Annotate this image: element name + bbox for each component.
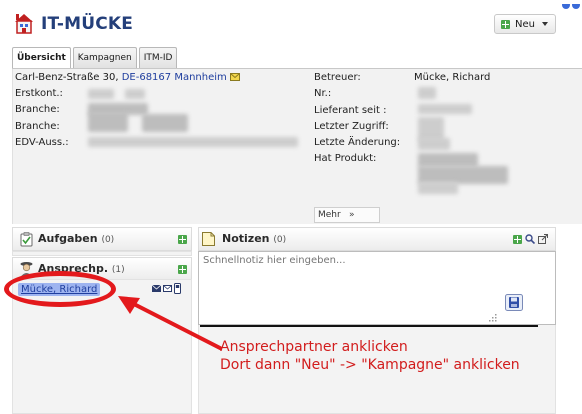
toolbar-icons[interactable] bbox=[560, 0, 582, 9]
annotation-line-2: Dort dann "Neu" -> "Kampagne" anklicken bbox=[220, 357, 520, 373]
tasks-title: Aufgaben (0) bbox=[38, 232, 115, 245]
notes-title: Notizen (0) bbox=[222, 232, 287, 245]
annotation-arrow bbox=[118, 296, 222, 350]
tab-overview[interactable]: Übersicht bbox=[12, 47, 71, 70]
more-button-label: Mehr bbox=[318, 210, 341, 220]
address-street: Carl-Benz-Straße 30, bbox=[15, 72, 119, 83]
label-has-product: Hat Produkt: bbox=[314, 153, 377, 164]
redacted-value bbox=[88, 89, 114, 99]
instruction-annotation: Ansprechpartner anklicken Dort dann "Neu… bbox=[220, 338, 520, 374]
external-link-icon[interactable] bbox=[538, 234, 548, 244]
label-number: Nr.: bbox=[314, 88, 332, 99]
page-title: IT-MÜCKE bbox=[41, 14, 134, 34]
add-task-icon[interactable] bbox=[178, 235, 187, 244]
tasks-body bbox=[12, 251, 192, 256]
tab-bar: Übersicht Kampagnen ITM-ID bbox=[12, 47, 178, 70]
address-city-link[interactable]: DE-68167 Mannheim bbox=[122, 72, 227, 83]
search-icon[interactable] bbox=[525, 234, 535, 244]
notes-divider bbox=[200, 325, 538, 327]
label-account-manager: Betreuer: bbox=[314, 72, 361, 83]
label-industry-2: Branche: bbox=[15, 121, 60, 132]
address: Carl-Benz-Straße 30, DE-68167 Mannheim bbox=[15, 72, 240, 83]
redacted-value bbox=[418, 104, 472, 114]
annotation-line-1: Ansprechpartner anklicken bbox=[220, 339, 408, 355]
redacted-value bbox=[142, 114, 188, 132]
clipboard-check-icon bbox=[20, 232, 33, 247]
tasks-header[interactable]: Aufgaben (0) bbox=[12, 227, 192, 251]
redacted-value bbox=[418, 87, 436, 99]
account-manager-value: Mücke, Richard bbox=[414, 72, 491, 83]
label-industry-1: Branche: bbox=[15, 104, 60, 115]
quick-note-input[interactable] bbox=[198, 251, 556, 325]
resize-handle-icon[interactable] bbox=[488, 313, 498, 323]
label-supplier-since: Lieferant seit : bbox=[314, 105, 387, 116]
redacted-value bbox=[88, 137, 298, 147]
save-icon[interactable] bbox=[505, 294, 523, 311]
add-icon bbox=[501, 19, 510, 29]
add-note-icon[interactable] bbox=[513, 235, 522, 244]
label-last-access: Letzter Zugriff: bbox=[314, 121, 389, 132]
notes-header[interactable]: Notizen (0) bbox=[198, 227, 556, 251]
redacted-value bbox=[418, 153, 478, 167]
highlight-circle bbox=[4, 271, 116, 307]
note-icon bbox=[202, 232, 215, 246]
mail-icon[interactable] bbox=[229, 73, 240, 81]
label-it-equipment: EDV-Auss.: bbox=[15, 137, 69, 148]
label-first-contact: Erstkont.: bbox=[15, 88, 63, 99]
add-contact-icon[interactable] bbox=[178, 265, 187, 274]
redacted-value bbox=[418, 138, 450, 150]
label-last-change: Letzte Änderung: bbox=[314, 137, 401, 148]
company-home-icon bbox=[14, 12, 34, 34]
new-button-label: Neu bbox=[515, 18, 535, 30]
more-button[interactable]: Mehr » bbox=[314, 207, 380, 223]
redacted-value bbox=[88, 112, 128, 132]
tab-campaigns[interactable]: Kampagnen bbox=[72, 47, 137, 69]
redacted-value bbox=[125, 89, 145, 99]
double-chevron-down-icon: » bbox=[349, 210, 355, 220]
redacted-value bbox=[418, 182, 458, 194]
chevron-down-icon bbox=[541, 22, 548, 26]
new-button[interactable]: Neu bbox=[494, 14, 556, 34]
tab-itm-id[interactable]: ITM-ID bbox=[138, 47, 178, 69]
